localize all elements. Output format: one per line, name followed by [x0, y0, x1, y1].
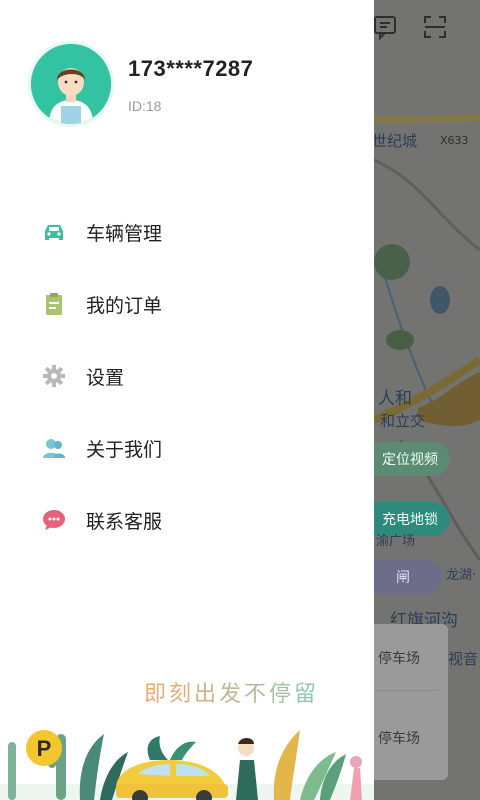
map-label: X633: [440, 134, 469, 147]
menu-label: 关于我们: [86, 438, 163, 461]
map-label: 视音: [448, 650, 479, 668]
chat-icon: [42, 508, 66, 532]
user-avatar-icon: [31, 44, 111, 124]
car-icon: [42, 220, 66, 244]
parking-list-card[interactable]: 停车场 停车场: [362, 624, 448, 780]
slogan-text: 即刻出发不停留: [144, 676, 319, 708]
map-label: 人和: [378, 389, 412, 409]
decorative-scene: P: [0, 724, 374, 800]
map-label: 龙湖·: [446, 568, 477, 583]
menu-label: 联系客服: [86, 510, 163, 533]
menu-label: 设置: [86, 366, 125, 389]
menu-label: 车辆管理: [86, 222, 163, 245]
map-label: 世纪城: [372, 132, 418, 150]
menu-item-my-orders[interactable]: 我的订单: [0, 268, 374, 340]
avatar[interactable]: [31, 44, 111, 124]
users-icon: [42, 436, 66, 460]
charging-lock-label: 充电地锁: [382, 512, 438, 528]
message-icon[interactable]: [372, 14, 398, 41]
user-phone: 173****7287: [128, 56, 254, 81]
map-label: 渝广场: [376, 534, 416, 549]
menu-item-about-us[interactable]: 关于我们: [0, 412, 374, 484]
divider: [372, 690, 438, 691]
map-label: 和立交: [380, 412, 426, 430]
menu-item-customer-service[interactable]: 联系客服: [0, 484, 374, 556]
location-video-label: 定位视频: [382, 452, 438, 468]
side-drawer: 173****7287 ID:18 车辆管理 我的订单 设置 关于我们 联系客服…: [0, 0, 374, 800]
map-top-icons: [372, 14, 448, 41]
scan-icon[interactable]: [422, 14, 448, 40]
parking-badge-letter: P: [37, 736, 52, 761]
menu-item-vehicle-management[interactable]: 车辆管理: [0, 196, 374, 268]
illustration-icon: P: [0, 730, 374, 800]
menu-label: 我的订单: [86, 294, 163, 317]
drawer-menu: 车辆管理 我的订单 设置 关于我们 联系客服: [0, 196, 374, 556]
user-id: ID:18: [128, 98, 162, 114]
gate-label: 闸: [396, 570, 410, 586]
clipboard-icon: [42, 292, 66, 316]
menu-item-settings[interactable]: 设置: [0, 340, 374, 412]
gear-icon: [42, 364, 66, 388]
